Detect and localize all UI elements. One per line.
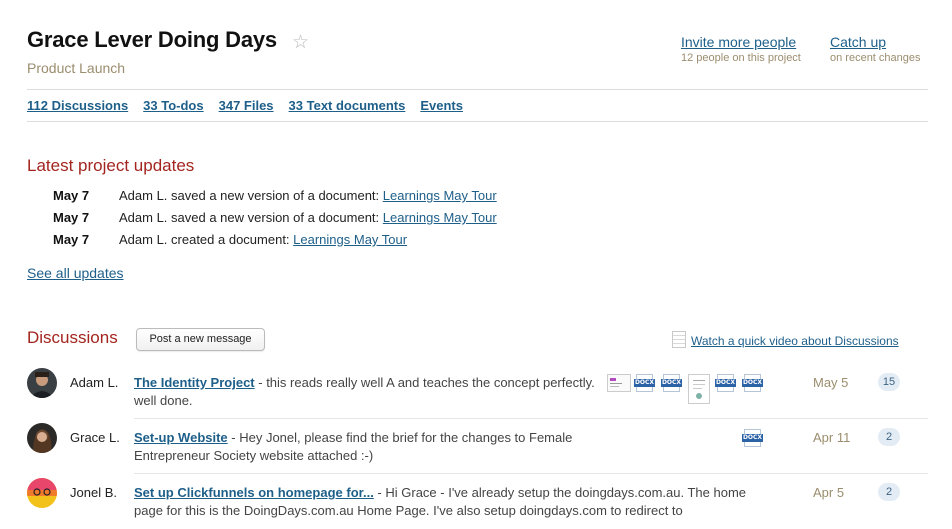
update-date: May 7 bbox=[53, 188, 90, 203]
discussion-body: The Identity Project - this reads really… bbox=[134, 374, 604, 410]
update-text: Adam L. saved a new version of a documen… bbox=[119, 210, 383, 225]
avatar bbox=[27, 423, 57, 453]
discussions-title: Discussions bbox=[27, 328, 118, 347]
watch-video-link[interactable]: Watch a quick video about Discussions bbox=[691, 334, 899, 348]
see-all-updates-link[interactable]: See all updates bbox=[27, 265, 124, 281]
row-divider bbox=[134, 418, 928, 419]
row-divider bbox=[134, 473, 928, 474]
catch-up-link[interactable]: Catch up bbox=[830, 34, 886, 50]
docx-label: DOCX bbox=[661, 379, 682, 387]
avatar bbox=[27, 478, 57, 508]
discussion-date: Apr 5 bbox=[813, 485, 845, 500]
discussion-subject-link[interactable]: Set up Clickfunnels on homepage for... bbox=[134, 485, 374, 500]
comment-count-badge[interactable]: 2 bbox=[878, 428, 900, 446]
docx-file-icon[interactable]: DOCX bbox=[661, 374, 682, 392]
docx-file-icon[interactable]: DOCX bbox=[634, 374, 655, 392]
docx-label: DOCX bbox=[715, 379, 736, 387]
avatar bbox=[27, 368, 57, 398]
invite-people-link[interactable]: Invite more people bbox=[681, 34, 796, 50]
project-title: Grace Lever Doing Days bbox=[27, 27, 277, 52]
discussion-date: Apr 11 bbox=[813, 430, 851, 445]
update-item: May 7 Adam L. saved a new version of a do… bbox=[53, 188, 497, 203]
tab-todos[interactable]: 33 To-dos bbox=[143, 98, 203, 113]
post-new-message-button[interactable]: Post a new message bbox=[136, 328, 265, 351]
author-name: Jonel B. bbox=[70, 485, 117, 500]
header-divider bbox=[27, 89, 928, 90]
document-thumbnail-icon[interactable] bbox=[688, 374, 710, 404]
update-item: May 7 Adam L. saved a new version of a do… bbox=[53, 210, 497, 225]
image-attachment-icon[interactable] bbox=[607, 374, 631, 392]
tabs-divider bbox=[27, 121, 928, 122]
discussion-body: Set-up Website - Hey Jonel, please find … bbox=[134, 429, 604, 465]
discussion-body: Set up Clickfunnels on homepage for... -… bbox=[134, 484, 754, 520]
comment-count-badge[interactable]: 15 bbox=[878, 373, 900, 391]
discussion-subject-link[interactable]: Set-up Website bbox=[134, 430, 228, 445]
film-icon bbox=[672, 331, 686, 348]
update-link[interactable]: Learnings May Tour bbox=[383, 188, 497, 203]
update-date: May 7 bbox=[53, 232, 90, 247]
author-name: Adam L. bbox=[70, 375, 119, 390]
docx-file-icon[interactable]: DOCX bbox=[742, 374, 763, 392]
comment-count-badge[interactable]: 2 bbox=[878, 483, 900, 501]
tab-files[interactable]: 347 Files bbox=[219, 98, 274, 113]
tab-events[interactable]: Events bbox=[420, 98, 463, 113]
star-icon[interactable]: ☆ bbox=[292, 31, 309, 54]
docx-file-icon[interactable]: DOCX bbox=[715, 374, 736, 392]
docx-label: DOCX bbox=[634, 379, 655, 387]
update-text: Adam L. saved a new version of a documen… bbox=[119, 188, 383, 203]
docx-file-icon[interactable]: DOCX bbox=[742, 429, 763, 447]
update-item: May 7 Adam L. created a document: Learnin… bbox=[53, 232, 407, 247]
latest-updates-title: Latest project updates bbox=[27, 156, 195, 175]
update-text: Adam L. created a document: bbox=[119, 232, 294, 247]
tab-text-documents[interactable]: 33 Text documents bbox=[289, 98, 406, 113]
tab-discussions[interactable]: 112 Discussions bbox=[27, 98, 128, 113]
discussion-subject-link[interactable]: The Identity Project bbox=[134, 375, 255, 390]
author-name: Grace L. bbox=[70, 430, 120, 445]
update-date: May 7 bbox=[53, 210, 90, 225]
update-link[interactable]: Learnings May Tour bbox=[293, 232, 407, 247]
docx-label: DOCX bbox=[742, 379, 763, 387]
project-subtitle: Product Launch bbox=[27, 60, 126, 76]
update-link[interactable]: Learnings May Tour bbox=[383, 210, 497, 225]
invite-people-sub: 12 people on this project bbox=[681, 52, 801, 64]
discussion-date: May 5 bbox=[813, 375, 849, 390]
docx-label: DOCX bbox=[742, 434, 763, 442]
catch-up-sub: on recent changes bbox=[830, 52, 921, 64]
project-tabs: 112 Discussions 33 To-dos 347 Files 33 T… bbox=[27, 98, 478, 113]
